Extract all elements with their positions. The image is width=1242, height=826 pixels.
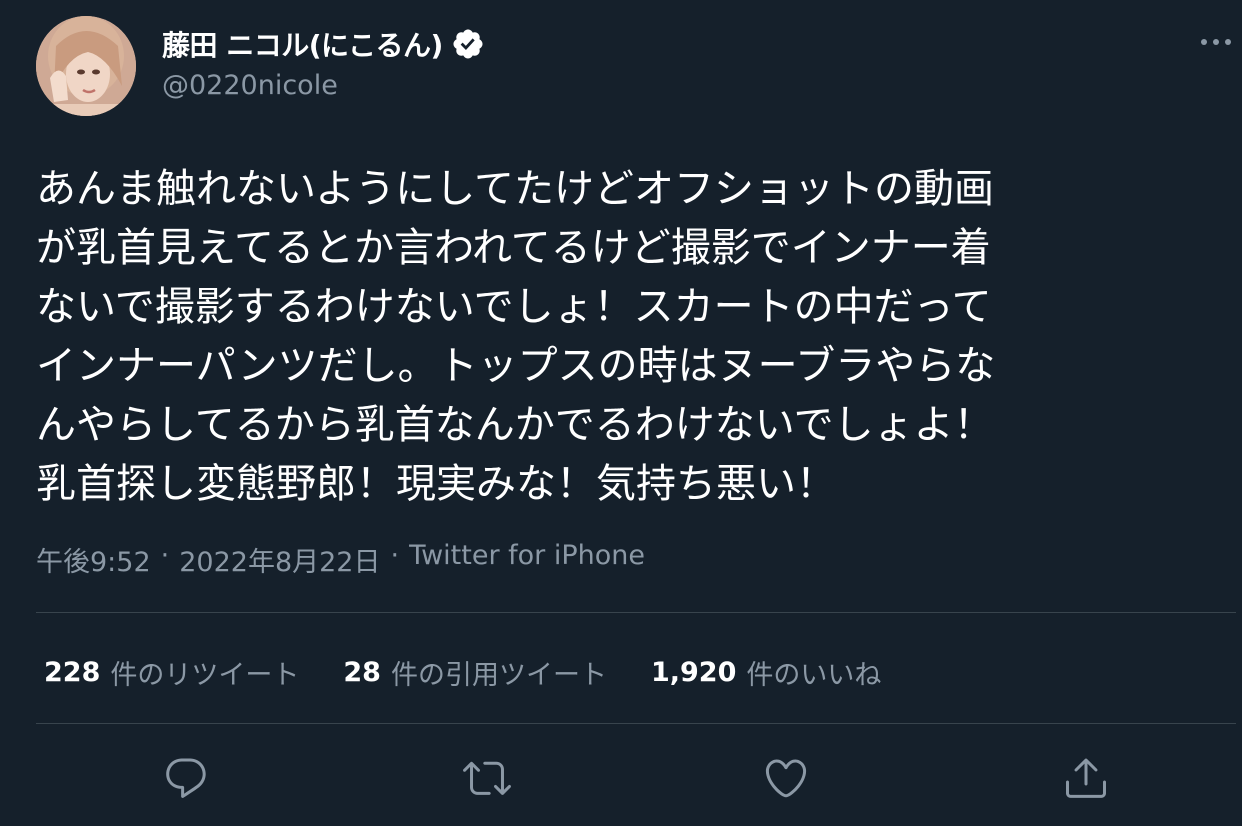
- like-button[interactable]: [762, 754, 810, 802]
- share-icon: [1066, 758, 1106, 798]
- like-count-label: 件のいいね: [746, 659, 882, 691]
- quote-count-label: 件の引用ツイート: [390, 659, 607, 691]
- verified-badge-icon: [451, 27, 485, 61]
- quote-count: 28: [343, 656, 381, 688]
- tweet-time[interactable]: 午後9:52: [36, 540, 151, 579]
- like-count-link[interactable]: 1,920 件のいいね: [651, 653, 881, 692]
- reply-button[interactable]: [162, 754, 210, 802]
- retweet-count: 228: [44, 656, 101, 688]
- meta-separator: ·: [390, 540, 400, 571]
- divider: [36, 723, 1236, 724]
- avatar-image: [36, 16, 136, 116]
- like-count: 1,920: [650, 656, 737, 688]
- quote-count-link[interactable]: 28 件の引用ツイート: [343, 653, 607, 692]
- tweet-stats: 228 件のリツイート 28 件の引用ツイート 1,920 件のいいね: [44, 652, 925, 692]
- tweet-text: あんま触れないようにしてたけどオフショットの動画 が乳首見えてるとか言われてるけ…: [36, 166, 996, 507]
- divider: [36, 612, 1236, 613]
- retweet-count-label: 件のリツイート: [110, 659, 300, 691]
- share-button[interactable]: [1062, 754, 1110, 802]
- tweet-meta: 午後9:52 · 2022年8月22日 · Twitter for iPhone: [36, 540, 645, 579]
- display-name[interactable]: 藤田 ニコル(にこるん): [162, 24, 443, 64]
- retweet-icon: [463, 761, 511, 795]
- retweet-count-link[interactable]: 228 件のリツイート: [44, 653, 299, 692]
- tweet-source[interactable]: Twitter for iPhone: [409, 540, 645, 579]
- reply-icon: [166, 758, 206, 798]
- meta-separator: ·: [160, 540, 170, 571]
- user-handle[interactable]: @0220nicole: [162, 70, 338, 101]
- tweet-date[interactable]: 2022年8月22日: [179, 540, 380, 579]
- avatar[interactable]: [36, 16, 136, 116]
- display-name-row: 藤田 ニコル(にこるん): [162, 24, 485, 64]
- action-bar: [0, 748, 1242, 804]
- heart-icon: [765, 759, 807, 798]
- retweet-button[interactable]: [463, 754, 511, 802]
- more-icon[interactable]: [1196, 26, 1236, 58]
